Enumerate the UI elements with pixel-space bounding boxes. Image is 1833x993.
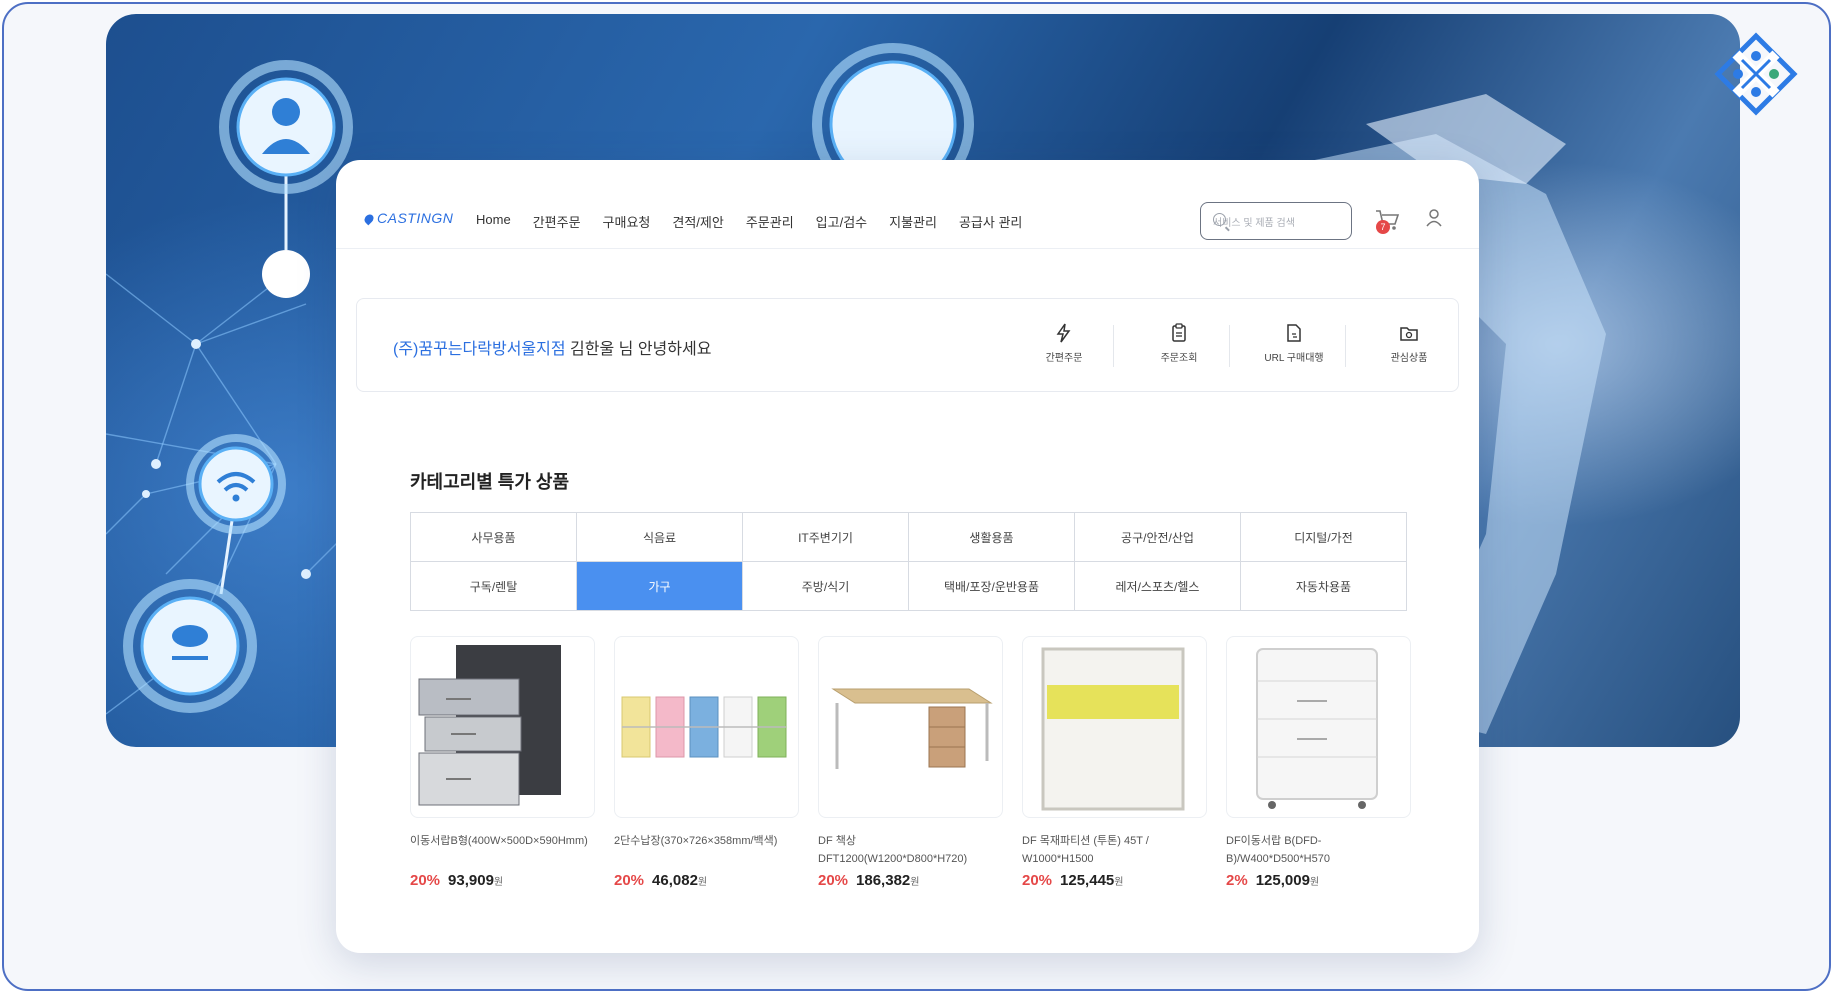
product-name[interactable]: DF이동서랍 B(DFD-B)/W400*D500*H570 [1226, 832, 1409, 868]
quick-label: 관심상품 [1390, 353, 1428, 364]
divider [1229, 325, 1230, 367]
greeting-suffix: 님 안녕하세요 [618, 341, 712, 358]
product-image[interactable] [1226, 636, 1411, 818]
welcome-panel: (주)꿈꾸는다락방서울지점 김한울 님 안녕하세요 간편주문 주문조회 URL … [356, 298, 1459, 392]
discount-rate: 20% [614, 872, 645, 889]
product-card[interactable]: 이동서랍B형(400W×500D×590Hmm) 20% 93,909원 [410, 636, 595, 889]
folder-heart-icon [1400, 327, 1418, 341]
greeting: (주)꿈꾸는다락방서울지점 김한울 님 안녕하세요 [393, 335, 711, 359]
section-title: 카테고리별 특가 상품 [410, 472, 570, 492]
brand-logo-icon [1714, 32, 1798, 116]
clipboard-icon [1172, 323, 1186, 342]
menu-supplier[interactable]: 공급사 관리 [959, 212, 1022, 231]
category-tab[interactable]: 식음료 [577, 513, 743, 562]
app-window: CASTINGN Home 간편주문 구매요청 견적/제안 주문관리 입고/검수… [336, 160, 1479, 953]
menu-quick-order[interactable]: 간편주문 [533, 212, 581, 231]
product-image[interactable] [614, 636, 799, 818]
product-card[interactable]: DF이동서랍 B(DFD-B)/W400*D500*H570 2% 125,009… [1226, 636, 1411, 889]
category-tab-active[interactable]: 가구 [577, 562, 743, 611]
product-card[interactable]: DF 목재파티션 (투톤) 45T / W1000*H1500 20% 125,4… [1022, 636, 1207, 889]
currency-unit: 원 [697, 877, 708, 888]
document-link-icon [1287, 324, 1301, 342]
brand-mark-icon [362, 212, 376, 226]
product-list: 이동서랍B형(400W×500D×590Hmm) 20% 93,909원 2단수납… [410, 636, 1411, 889]
category-tab[interactable]: 택배/포장/운반용품 [909, 562, 1075, 611]
company-name: (주)꿈꾸는다락방서울지점 [393, 341, 566, 358]
user-name: 김한울 [570, 341, 615, 358]
page-frame: CASTINGN Home 간편주문 구매요청 견적/제안 주문관리 입고/검수… [2, 2, 1831, 991]
currency-unit: 원 [910, 877, 920, 888]
product-price: 2% 125,009원 [1226, 872, 1409, 889]
discount-rate: 2% [1226, 872, 1248, 889]
quick-label: URL 구매대행 [1264, 353, 1324, 364]
currency-unit: 원 [1114, 877, 1124, 888]
currency-unit: 원 [493, 877, 504, 888]
brand-name: CASTINGN [377, 210, 454, 226]
category-grid: 사무용품 식음료 IT주변기기 생활용품 공구/안전/산업 디지털/가전 구독/… [410, 512, 1407, 611]
search-icon[interactable] [1213, 213, 1226, 226]
product-price: 20% 186,382원 [818, 872, 1001, 889]
drawer-cabinet-image [418, 645, 561, 806]
price-value: 46,082 [652, 872, 698, 889]
product-price: 20% 125,445원 [1022, 872, 1205, 889]
price-value: 186,382 [856, 872, 911, 889]
menu-quote[interactable]: 견적/제안 [672, 212, 723, 231]
menu-home[interactable]: Home [476, 212, 511, 231]
url-purchase-button[interactable]: URL 구매대행 [1237, 317, 1351, 375]
price-value: 125,445 [1060, 872, 1115, 889]
search-input[interactable]: 서비스 및 제품 검색 [1200, 202, 1352, 240]
product-name[interactable]: 2단수납장(370×726×358mm/백색) [614, 832, 797, 868]
quick-label: 주문조회 [1160, 353, 1198, 364]
wishlist-button[interactable]: 관심상품 [1352, 317, 1466, 375]
category-tab[interactable]: 주방/식기 [743, 562, 909, 611]
brand-logo[interactable]: CASTINGN [362, 210, 454, 226]
user-icon[interactable] [1424, 208, 1444, 228]
currency-unit: 원 [1309, 877, 1320, 888]
category-tab[interactable]: 레저/스포츠/헬스 [1075, 562, 1241, 611]
category-tab[interactable]: 디지털/가전 [1241, 513, 1407, 562]
product-name[interactable]: DF 책상 DFT1200(W1200*D800*H720) [818, 832, 1001, 868]
lightning-icon [1056, 323, 1071, 343]
discount-rate: 20% [1022, 872, 1053, 889]
price-value: 125,009 [1255, 872, 1310, 889]
category-tab[interactable]: 구독/렌탈 [411, 562, 577, 611]
desk-image [831, 688, 993, 769]
menu-purchase-request[interactable]: 구매요청 [603, 212, 651, 231]
menu-receiving[interactable]: 입고/검수 [816, 212, 867, 231]
product-image[interactable] [818, 636, 1003, 818]
divider [1345, 325, 1346, 367]
product-image[interactable] [410, 636, 595, 818]
quick-order-button[interactable]: 간편주문 [1007, 317, 1121, 375]
product-price: 20% 46,082원 [614, 872, 797, 889]
price-value: 93,909 [448, 872, 494, 889]
divider [1113, 325, 1114, 367]
product-card[interactable]: DF 책상 DFT1200(W1200*D800*H720) 20% 186,38… [818, 636, 1003, 889]
product-name[interactable]: DF 목재파티션 (투톤) 45T / W1000*H1500 [1022, 832, 1205, 868]
quick-label: 간편주문 [1045, 353, 1083, 364]
menu-order-management[interactable]: 주문관리 [746, 212, 794, 231]
main-menu: Home 간편주문 구매요청 견적/제안 주문관리 입고/검수 지불관리 공급사… [476, 212, 1044, 231]
product-image[interactable] [1022, 636, 1207, 818]
order-lookup-button[interactable]: 주문조회 [1122, 317, 1236, 375]
storage-shelf-image [621, 696, 787, 758]
category-tab[interactable]: 사무용품 [411, 513, 577, 562]
mobile-pedestal-image [1256, 648, 1378, 809]
menu-payment[interactable]: 지불관리 [889, 212, 937, 231]
category-tab[interactable]: 공구/안전/산업 [1075, 513, 1241, 562]
product-name[interactable]: 이동서랍B형(400W×500D×590Hmm) [410, 832, 593, 868]
product-price: 20% 93,909원 [410, 872, 593, 889]
top-nav: CASTINGN Home 간편주문 구매요청 견적/제안 주문관리 입고/검수… [336, 160, 1479, 249]
partition-image [1041, 647, 1185, 811]
discount-rate: 20% [410, 872, 441, 889]
category-tab[interactable]: 자동차용품 [1241, 562, 1407, 611]
product-card[interactable]: 2단수납장(370×726×358mm/백색) 20% 46,082원 [614, 636, 799, 889]
discount-rate: 20% [818, 872, 849, 889]
category-tab[interactable]: IT주변기기 [743, 513, 909, 562]
cart-count-badge: 7 [1376, 220, 1390, 234]
category-tab[interactable]: 생활용품 [909, 513, 1075, 562]
